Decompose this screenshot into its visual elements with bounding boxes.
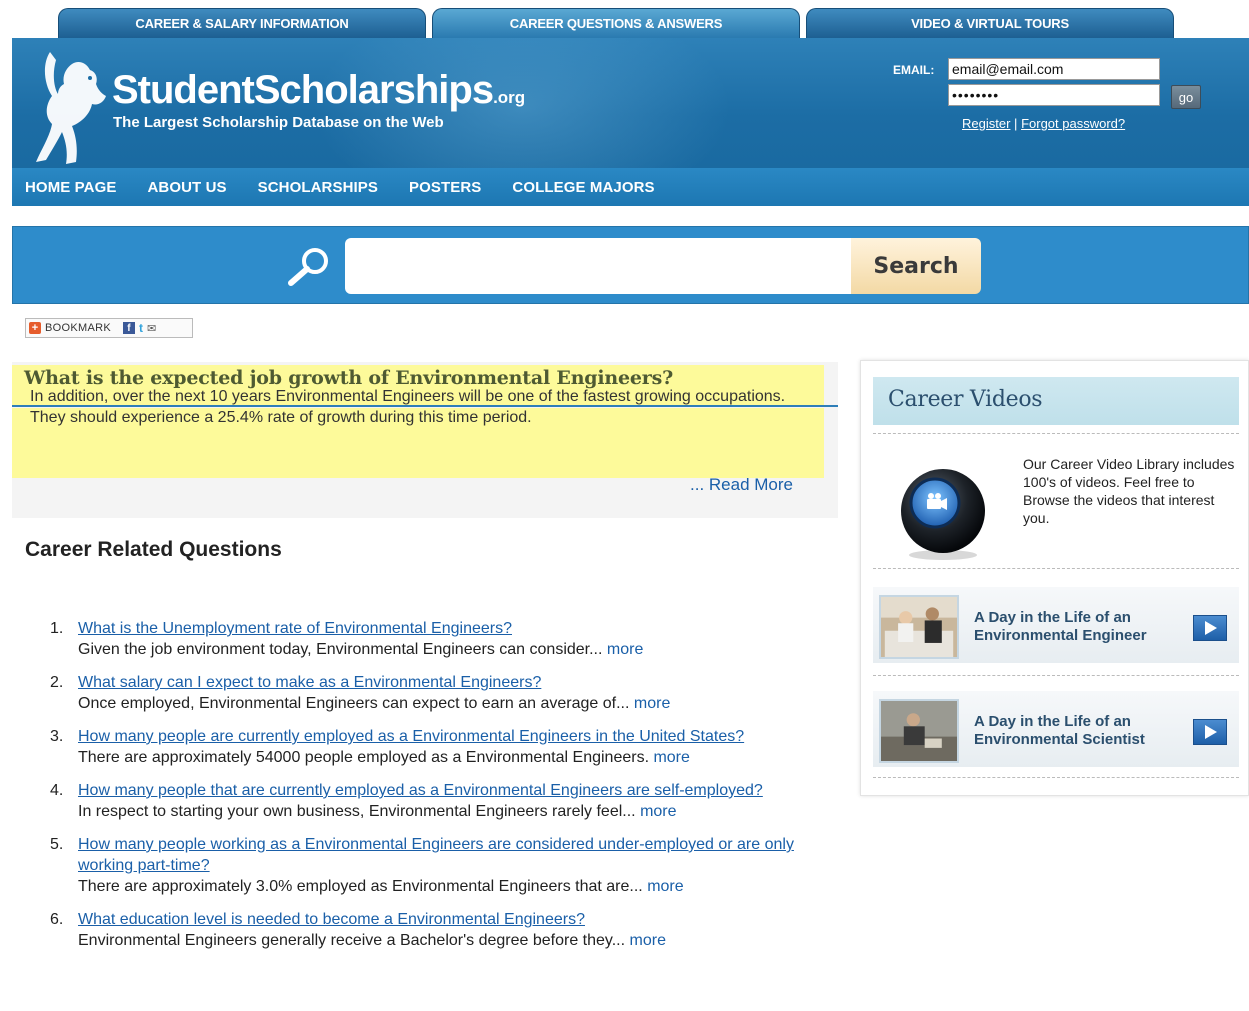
question-summary: In respect to starting your own business… [78, 803, 641, 820]
sidebar-title: Career Videos [888, 387, 1043, 412]
sidebar-divider [873, 777, 1239, 778]
video-thumbnail[interactable] [879, 595, 959, 659]
login-links: Register | Forgot password? [962, 116, 1125, 131]
tab-career-salary[interactable]: CAREER & SALARY INFORMATION [58, 8, 426, 38]
read-more-link[interactable]: ... Read More [690, 475, 793, 495]
related-questions-title: Career Related Questions [25, 538, 282, 561]
top-tabs: CAREER & SALARY INFORMATION CAREER QUEST… [0, 0, 1249, 38]
nav-about-us[interactable]: ABOUT US [147, 179, 226, 196]
question-link[interactable]: What education level is needed to become… [78, 909, 810, 930]
sidebar-divider [873, 568, 1239, 569]
more-link[interactable]: more [634, 695, 670, 712]
play-icon[interactable] [1193, 719, 1227, 745]
video-title[interactable]: A Day in the Life of an Environmental En… [974, 609, 1174, 645]
question-box: What is the expected job growth of Envir… [12, 362, 838, 518]
list-item: 3. How many people are currently employe… [50, 726, 810, 768]
career-videos-sidebar: Career Videos Our Career Video Library i… [860, 360, 1249, 796]
list-number: 5. [50, 836, 64, 853]
more-link[interactable]: more [640, 803, 676, 820]
question-summary: Environmental Engineers generally receiv… [78, 932, 630, 949]
question-summary: Given the job environment today, Environ… [78, 641, 607, 658]
login-links-separator: | [1014, 116, 1018, 131]
more-link[interactable]: more [653, 749, 689, 766]
site-logo-text[interactable]: StudentScholarships.org [112, 68, 525, 113]
nav-home-page[interactable]: HOME PAGE [25, 179, 116, 196]
list-item: 1. What is the Unemployment rate of Envi… [50, 618, 810, 660]
go-button[interactable]: go [1171, 85, 1201, 109]
search-button[interactable]: Search [851, 238, 981, 294]
email-share-icon[interactable]: ✉ [147, 322, 156, 335]
question-link[interactable]: What is the Unemployment rate of Environ… [78, 618, 810, 639]
list-number: 6. [50, 911, 64, 928]
video-camera-icon[interactable] [887, 461, 997, 561]
list-item: 4. How many people that are currently em… [50, 780, 810, 822]
twitter-icon[interactable]: t [139, 321, 143, 335]
question-summary: There are approximately 54000 people emp… [78, 749, 654, 766]
question-link[interactable]: How many people working as a Environment… [78, 834, 810, 876]
question-link[interactable]: What salary can I expect to make as a En… [78, 672, 810, 693]
question-summary: Once employed, Environmental Engineers c… [78, 695, 634, 712]
play-icon[interactable] [1193, 615, 1227, 641]
email-input[interactable] [948, 58, 1160, 80]
register-link[interactable]: Register [962, 116, 1010, 131]
email-label: EMAIL: [893, 63, 935, 77]
sidebar-intro-text: Our Career Video Library includes 100's … [1023, 456, 1235, 526]
video-item-environmental-engineer[interactable]: A Day in the Life of an Environmental En… [873, 587, 1239, 663]
bookmark-label: BOOKMARK [45, 322, 111, 334]
more-link[interactable]: more [647, 878, 683, 895]
video-thumbnail[interactable] [879, 699, 959, 763]
site-tagline: The Largest Scholarship Database on the … [113, 114, 444, 131]
search-bar: Search [12, 226, 1249, 304]
facebook-icon[interactable]: f [122, 322, 135, 334]
sidebar-header: Career Videos [873, 377, 1239, 425]
question-link[interactable]: How many people are currently employed a… [78, 726, 810, 747]
tab-video-tours[interactable]: VIDEO & VIRTUAL TOURS [806, 8, 1174, 38]
question-link[interactable]: How many people that are currently emplo… [78, 780, 810, 801]
forgot-password-link[interactable]: Forgot password? [1021, 116, 1125, 131]
bookmark-widget[interactable]: + BOOKMARK f t ✉ [25, 318, 193, 338]
login-form: EMAIL: go Register | Forgot password? [892, 58, 1212, 158]
password-input[interactable] [948, 84, 1160, 106]
sidebar-divider [873, 675, 1239, 676]
question-answer: In addition, over the next 10 years Envi… [30, 388, 786, 426]
bookmark-plus-icon: + [29, 322, 41, 334]
tab-career-questions[interactable]: CAREER QUESTIONS & ANSWERS [432, 8, 800, 38]
nav-college-majors[interactable]: COLLEGE MAJORS [512, 179, 654, 196]
nav-scholarships[interactable]: SCHOLARSHIPS [258, 179, 378, 196]
search-icon [288, 248, 328, 286]
list-item: 6. What education level is needed to bec… [50, 909, 810, 951]
list-number: 4. [50, 782, 64, 799]
more-link[interactable]: more [630, 932, 666, 949]
site-header: StudentScholarships.org The Largest Scho… [12, 38, 1249, 168]
more-link[interactable]: more [607, 641, 643, 658]
related-questions-list: 1. What is the Unemployment rate of Envi… [50, 618, 810, 963]
sidebar-divider [873, 433, 1239, 434]
main-nav: HOME PAGE ABOUT US SCHOLARSHIPS POSTERS … [12, 168, 1249, 206]
list-item: 5. How many people working as a Environm… [50, 834, 810, 897]
list-item: 2. What salary can I expect to make as a… [50, 672, 810, 714]
nav-posters[interactable]: POSTERS [409, 179, 481, 196]
list-number: 2. [50, 674, 64, 691]
video-title[interactable]: A Day in the Life of an Environmental Sc… [974, 713, 1174, 749]
question-summary: There are approximately 3.0% employed as… [78, 878, 648, 895]
list-number: 1. [50, 620, 64, 637]
video-item-environmental-scientist[interactable]: A Day in the Life of an Environmental Sc… [873, 691, 1239, 767]
list-number: 3. [50, 728, 64, 745]
lion-logo-icon[interactable] [32, 44, 108, 166]
search-input[interactable] [345, 238, 853, 294]
